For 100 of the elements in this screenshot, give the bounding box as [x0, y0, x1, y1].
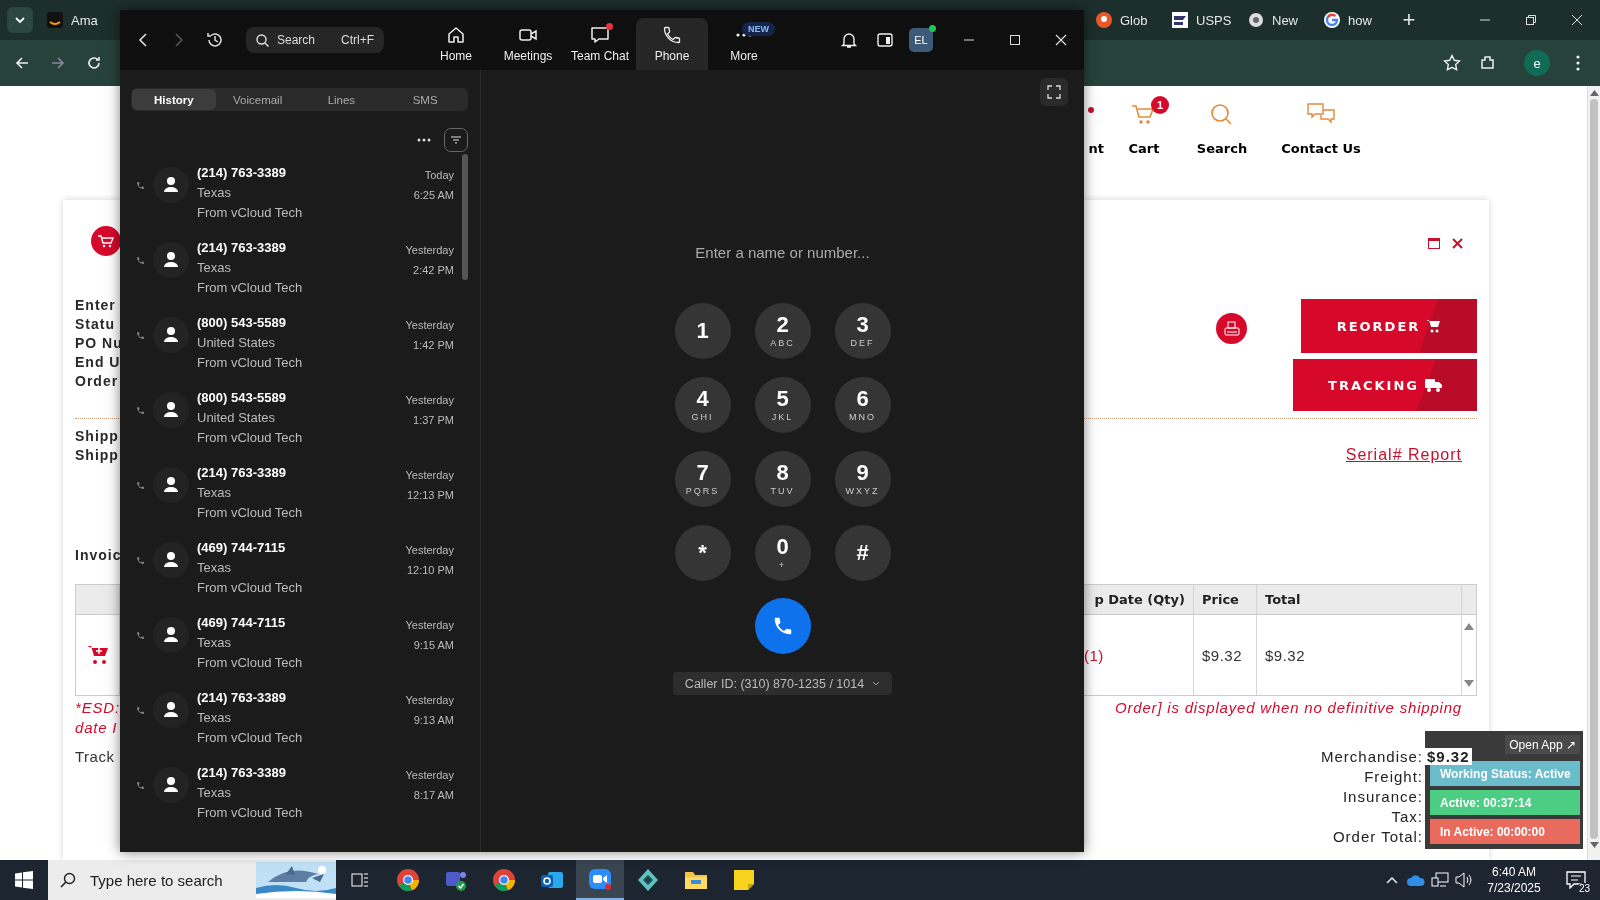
dial-key[interactable]: 3 DEF: [834, 303, 891, 359]
reload-icon: [86, 55, 102, 71]
history-tab[interactable]: SMS: [383, 89, 467, 110]
phone-icon: [136, 181, 145, 190]
dial-key[interactable]: *: [674, 525, 731, 581]
scroll-up-icon[interactable]: [1464, 623, 1474, 630]
window-icon: [1428, 237, 1440, 249]
volume-icon[interactable]: [1455, 872, 1473, 888]
browser-tab[interactable]: Ama: [41, 5, 121, 35]
filter-button[interactable]: [444, 128, 468, 152]
dial-input-field[interactable]: Enter a name or number...: [620, 238, 945, 266]
phone-number: (469) 744-7115: [197, 539, 287, 557]
call-time: 9:13 AM: [413, 713, 454, 728]
star-icon: [1443, 54, 1461, 72]
dial-key[interactable]: 5 JKL: [754, 377, 811, 433]
call-source: From vCloud Tech: [197, 729, 304, 747]
person-avatar-icon: [153, 617, 189, 653]
summary-label: Freight:: [1363, 767, 1424, 787]
nav-tab[interactable]: Meetings: [492, 18, 564, 70]
scroll-up-icon[interactable]: [1589, 90, 1599, 96]
tab-list-button[interactable]: [7, 7, 33, 33]
dial-key[interactable]: 4 GHI: [674, 377, 731, 433]
person-avatar-icon: [153, 542, 189, 578]
close-button[interactable]: [1452, 236, 1463, 250]
summary-label: Order Total:: [1331, 827, 1424, 847]
field-label: Enter: [75, 296, 117, 315]
phone-number: (800) 543-5589: [197, 314, 287, 332]
field-label: Shipp: [75, 427, 119, 446]
chat-bubbles-icon: [1307, 103, 1335, 127]
profile-button[interactable]: e: [1524, 50, 1550, 76]
browser-tab[interactable]: New: [1242, 5, 1318, 35]
serial-report-link[interactable]: Serial# Report: [1345, 446, 1462, 466]
maximize-button[interactable]: [1428, 236, 1440, 250]
history-tab[interactable]: Voicemail: [215, 89, 300, 110]
dial-key[interactable]: 8 TUV: [754, 451, 811, 507]
print-button[interactable]: [1216, 313, 1247, 344]
nav-tab[interactable]: Team Chat: [564, 18, 636, 70]
bell-icon: [840, 31, 858, 49]
scrollbar-thumb[interactable]: [1590, 99, 1598, 839]
nav-link[interactable]: nt: [1088, 141, 1104, 156]
pin-icon: [1096, 12, 1112, 28]
history-tab[interactable]: History: [132, 89, 216, 110]
scroll-down-icon[interactable]: [1464, 680, 1474, 687]
history-tab[interactable]: Lines: [299, 89, 384, 110]
taskbar-search-field[interactable]: Type here to search: [48, 860, 336, 900]
search-field[interactable]: Search Ctrl+F: [246, 27, 384, 53]
summary-label: Insurance:: [1341, 787, 1424, 807]
call-source: From vCloud Tech: [197, 804, 304, 822]
expand-button[interactable]: [1040, 78, 1068, 106]
person-avatar-icon: [153, 767, 189, 803]
reorder-button[interactable]: REORDER: [1301, 299, 1477, 353]
tracking-button[interactable]: TRACKING: [1293, 359, 1477, 411]
caller-id-dropdown[interactable]: Caller ID: (310) 870-1235 / 1014: [672, 672, 893, 695]
nav-link[interactable]: Contact Us: [1281, 141, 1361, 156]
close-icon: [1452, 237, 1463, 249]
browser-tab[interactable]: Glob: [1090, 5, 1166, 35]
cloud-icon[interactable]: [1407, 874, 1425, 886]
open-app-button[interactable]: Open App ↗: [1505, 735, 1580, 754]
nav-tab[interactable]: Home: [420, 18, 492, 70]
phone-icon: [136, 706, 145, 715]
home-icon: [446, 25, 466, 45]
scroll-down-icon[interactable]: [1589, 842, 1599, 848]
close-icon: [1571, 14, 1583, 26]
cart-plus-icon[interactable]: [86, 645, 109, 665]
user-avatar[interactable]: EL: [909, 28, 933, 52]
chevron-up-icon: [1386, 876, 1398, 884]
call-date: Yesterday: [405, 768, 454, 783]
call-date: Yesterday: [405, 468, 454, 483]
new-badge: NEW: [742, 22, 775, 36]
dial-key[interactable]: 0 +: [754, 525, 811, 581]
dial-key[interactable]: 2 ABC: [754, 303, 811, 359]
field-label: End U: [75, 353, 119, 372]
cart-icon: [1426, 319, 1442, 333]
globe-icon: [1248, 12, 1264, 28]
call-source: From vCloud Tech: [197, 504, 304, 522]
network-icon[interactable]: [1431, 872, 1449, 888]
phone-number: (214) 763-3389: [197, 764, 287, 782]
phone-icon: [662, 25, 682, 45]
call-source: From vCloud Tech: [197, 579, 304, 597]
call-source: From vCloud Tech: [197, 354, 304, 372]
nav-link[interactable]: Search: [1196, 141, 1248, 156]
dial-key[interactable]: 1: [674, 303, 731, 359]
nav-link[interactable]: Cart: [1128, 141, 1160, 156]
person-avatar-icon: [153, 467, 189, 503]
clock[interactable]: 6:40 AM 7/23/2025: [1476, 864, 1552, 896]
dial-key[interactable]: 7 PQRS: [674, 451, 731, 507]
nav-tab[interactable]: NEW More: [708, 18, 780, 70]
new-tab-button[interactable]: +: [1394, 5, 1424, 35]
dial-key[interactable]: #: [834, 525, 891, 581]
browser-tab[interactable]: how: [1318, 5, 1394, 35]
call-date: Yesterday: [405, 243, 454, 258]
nav-tab[interactable]: Phone: [636, 18, 708, 70]
dial-key[interactable]: 6 MNO: [834, 377, 891, 433]
notifications-button[interactable]: 23: [1552, 860, 1600, 900]
taskbar-app-button[interactable]: [576, 860, 624, 900]
scrollbar-thumb[interactable]: [462, 154, 468, 280]
dial-key[interactable]: 9 WXYZ: [834, 451, 891, 507]
panel-icon: [876, 31, 894, 49]
phone-icon: [136, 331, 145, 340]
browser-tab[interactable]: USPS: [1166, 5, 1242, 35]
